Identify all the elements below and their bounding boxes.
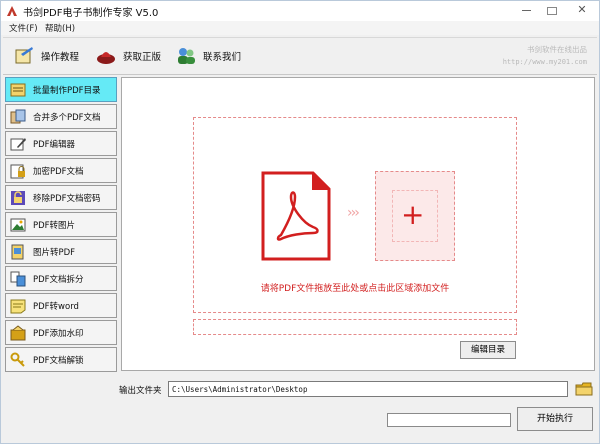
start-button[interactable]: 开始执行 xyxy=(517,407,593,431)
unlock-icon xyxy=(11,190,25,205)
contact-label: 联系我们 xyxy=(203,52,242,63)
guide-label: 操作教程 xyxy=(41,52,80,63)
image-to-pdf-icon xyxy=(11,244,24,259)
guide-button[interactable]: 操作教程 xyxy=(13,42,79,70)
encrypt-icon xyxy=(10,164,25,178)
maximize-button[interactable] xyxy=(539,1,565,21)
folder-icon[interactable] xyxy=(575,380,593,398)
merge-icon xyxy=(10,109,26,123)
sidebar-item-unlock[interactable]: PDF文档解锁 xyxy=(5,347,117,372)
sidebar-item-batch-toc[interactable]: 批量制作PDF目录 xyxy=(5,77,117,102)
word-icon xyxy=(10,299,26,313)
arrow-indicator: ››› xyxy=(347,205,360,221)
progress-bar xyxy=(387,413,511,427)
brand-name: 书剑软件在线出品 xyxy=(527,45,587,54)
tutorial-icon xyxy=(15,47,33,64)
sidebar-item-label: 批量制作PDF目录 xyxy=(33,85,101,96)
sidebar-item-label: 移除PDF文档密码 xyxy=(33,193,101,204)
sidebar-item-watermark[interactable]: PDF添加水印 xyxy=(5,320,117,345)
sidebar-item-remove-password[interactable]: 移除PDF文档密码 xyxy=(5,185,117,210)
sidebar-item-label: PDF编辑器 xyxy=(33,139,76,150)
file-list-strip xyxy=(193,319,517,335)
drop-hint: 请将PDF文件拖放至此处或点击此区域添加文件 xyxy=(260,284,450,294)
sidebar-item-label: PDF文档拆分 xyxy=(33,274,84,285)
menu-bar: 文件(F) 帮助(H) xyxy=(1,21,599,35)
sidebar: 批量制作PDF目录 合并多个PDF文档 PDF编辑器 加密PDF文档 移除PDF… xyxy=(5,77,117,375)
add-file-target: + xyxy=(392,190,438,242)
minimize-button[interactable] xyxy=(513,1,539,21)
sidebar-item-image-to-pdf[interactable]: 图片转PDF xyxy=(5,239,117,264)
brand-watermark: 书剑软件在线出品 http://www.my201.com xyxy=(503,43,587,69)
brand-url: http://www.my201.com xyxy=(502,58,587,66)
sidebar-item-label: PDF添加水印 xyxy=(33,328,84,339)
app-logo-icon xyxy=(7,6,17,16)
pdf-document-icon xyxy=(261,171,331,261)
menu-file[interactable]: 文件(F) xyxy=(9,22,38,34)
sidebar-item-merge[interactable]: 合并多个PDF文档 xyxy=(5,104,117,129)
toolbar: 操作教程 获取正版 联系我们 书剑软件在线出品 http://www.my201… xyxy=(3,37,597,75)
output-folder-input[interactable] xyxy=(168,381,568,397)
output-folder-label: 输出文件夹 xyxy=(119,386,162,396)
plus-icon: + xyxy=(401,198,425,231)
split-icon xyxy=(10,271,26,286)
sidebar-item-label: PDF文档解锁 xyxy=(33,355,84,366)
edit-icon xyxy=(10,137,26,150)
close-button[interactable]: ✕ xyxy=(565,1,599,21)
sidebar-item-pdf-to-image[interactable]: PDF转图片 xyxy=(5,212,117,237)
keys-icon xyxy=(10,352,25,367)
sidebar-item-pdf-to-word[interactable]: PDF转word xyxy=(5,293,117,318)
sidebar-item-label: PDF转word xyxy=(33,301,79,312)
sidebar-item-label: 合并多个PDF文档 xyxy=(33,112,101,123)
edit-toc-button[interactable]: 编辑目录 xyxy=(460,341,516,359)
contact-button[interactable]: 联系我们 xyxy=(175,42,241,70)
pdf-to-image-icon xyxy=(10,218,26,231)
add-file-button[interactable]: + xyxy=(375,171,455,261)
sidebar-item-label: PDF转图片 xyxy=(33,220,76,231)
app-window: 书剑PDF电子书制作专家 V5.0 ✕ 文件(F) 帮助(H) 操作教程 获取正… xyxy=(0,0,600,444)
sidebar-item-label: 图片转PDF xyxy=(33,247,76,258)
contact-icon xyxy=(178,48,195,64)
folder-list-icon xyxy=(10,83,26,96)
license-label: 获取正版 xyxy=(123,52,162,63)
title-bar: 书剑PDF电子书制作专家 V5.0 ✕ xyxy=(1,1,599,21)
license-button[interactable]: 获取正版 xyxy=(95,42,161,70)
watermark-icon xyxy=(10,324,26,340)
sidebar-item-split[interactable]: PDF文档拆分 xyxy=(5,266,117,291)
sidebar-item-encrypt[interactable]: 加密PDF文档 xyxy=(5,158,117,183)
menu-help[interactable]: 帮助(H) xyxy=(45,22,75,34)
sidebar-item-label: 加密PDF文档 xyxy=(33,166,84,177)
sidebar-item-editor[interactable]: PDF编辑器 xyxy=(5,131,117,156)
license-icon xyxy=(97,52,115,64)
window-title: 书剑PDF电子书制作专家 V5.0 xyxy=(23,8,159,19)
